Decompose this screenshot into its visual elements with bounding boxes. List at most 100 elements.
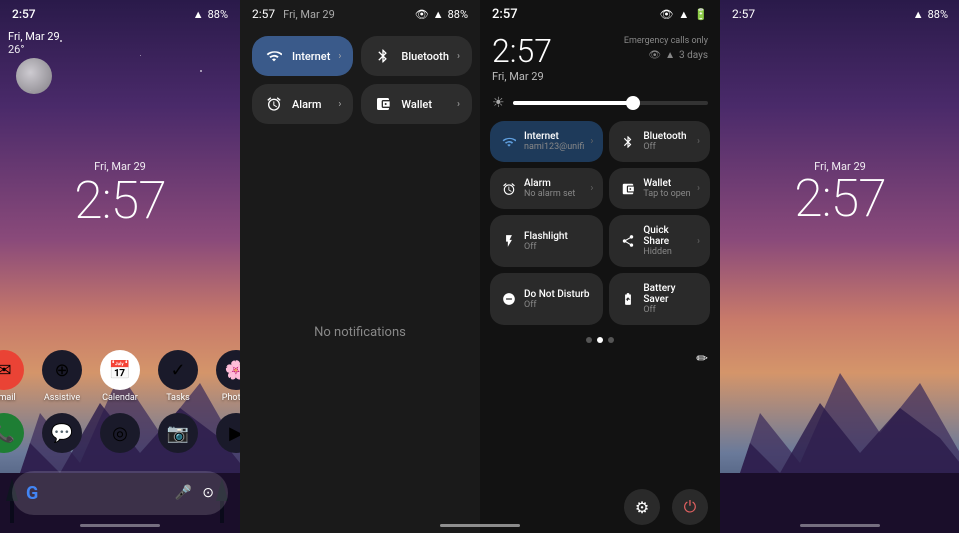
home-right-clock-date: Fri, Mar 29 <box>794 160 886 173</box>
qs-tile-alarm[interactable]: Alarm No alarm set › <box>490 168 603 209</box>
app-chrome[interactable]: ◎ <box>100 413 140 453</box>
app-assistive[interactable]: ⊕ Assistive <box>42 350 82 403</box>
wifi-icon-r: ▲ <box>913 8 924 21</box>
tile-bluetooth[interactable]: Bluetooth › <box>361 36 472 76</box>
dot-3 <box>608 337 614 343</box>
qs-tile-wallet[interactable]: Wallet Tap to open › <box>609 168 710 209</box>
settings-icon-btn[interactable]: ⚙ <box>624 489 660 525</box>
qs-full-time: 2:57 <box>492 7 518 22</box>
tile-wallet[interactable]: Wallet › <box>361 84 472 124</box>
app-play[interactable]: ▶ <box>216 413 240 453</box>
alarm-icon <box>500 180 518 198</box>
panel-home-screen: 2:57 ▲ 88% Fri, Mar 29 26° Fri, Mar 29 2… <box>0 0 240 533</box>
mic-icon[interactable]: 🎤 <box>175 485 192 501</box>
eye-icon: 👁 <box>415 8 429 21</box>
lens-icon[interactable]: ⊙ <box>202 485 214 501</box>
wifi-icon2: ▲ <box>665 50 675 61</box>
wifi-tile-icon <box>264 46 284 66</box>
wifi-icon: ▲ <box>193 8 204 21</box>
flashlight-icon <box>500 232 518 250</box>
internet-icon <box>500 133 518 151</box>
qs-partial-time: 2:57 <box>252 7 275 21</box>
app-calendar-label: Calendar <box>102 393 138 403</box>
wallet-arrow: › <box>697 183 700 194</box>
wallet-sub: Tap to open <box>643 189 691 199</box>
search-bar[interactable]: G 🎤 ⊙ <box>12 471 228 515</box>
qs-tile-internet[interactable]: Internet nami123@unifi › <box>490 121 603 162</box>
alarm-tile-icon <box>264 94 284 114</box>
qs-tile-battery-saver[interactable]: Battery Saver Off <box>609 273 710 325</box>
battery-icon: 88% <box>448 8 468 21</box>
home-clock-time: 2:57 <box>74 175 166 227</box>
wallet-content: Wallet Tap to open <box>643 178 691 199</box>
home-right-time: 2:57 <box>732 7 755 21</box>
panel-home-right: 2:57 ▲ 88% Fri, Mar 29 2:57 <box>720 0 959 533</box>
qs-tile-bluetooth[interactable]: Bluetooth Off › <box>609 121 710 162</box>
home-nav-bar <box>80 524 160 527</box>
app-tasks[interactable]: ✓ Tasks <box>158 350 198 403</box>
quickshare-name: Quick Share <box>643 225 691 247</box>
qs-partial-status-bar: 2:57 Fri, Mar 29 👁 ▲ 88% <box>240 0 480 28</box>
qs-tile-quickshare[interactable]: Quick Share Hidden › <box>609 215 710 267</box>
battery-icon: 🔋 <box>694 8 708 21</box>
battery-name: Battery Saver <box>643 283 700 305</box>
bt-content: Bluetooth Off <box>643 131 691 152</box>
app-phone[interactable]: 📞 <box>0 413 24 453</box>
qs-tile-flashlight[interactable]: Flashlight Off <box>490 215 603 267</box>
wifi-icon: ▲ <box>433 8 444 21</box>
bt-tile-icon <box>373 46 393 66</box>
brightness-row[interactable]: ☀ <box>480 91 720 115</box>
home-right-wallpaper <box>720 0 959 533</box>
app-messages[interactable]: 💬 <box>42 413 82 453</box>
battery-icon-r: 88% <box>928 8 948 21</box>
home-right-status-icons: ▲ 88% <box>913 8 948 21</box>
quickshare-arrow: › <box>697 236 700 247</box>
app-camera[interactable]: 📷 <box>158 413 198 453</box>
app-gmail-label: Gmail <box>0 393 16 403</box>
app-calendar[interactable]: 📅 Calendar <box>100 350 140 403</box>
eye-icon2: 👁 <box>648 50 661 61</box>
qs-full-status-icons: 👁 ▲ 🔋 <box>659 8 708 21</box>
quickshare-icon <box>619 232 637 250</box>
edit-icon[interactable]: ✏ <box>696 351 708 367</box>
bt-arrow: › <box>697 136 700 147</box>
tile-internet[interactable]: Internet › <box>252 36 353 76</box>
qs-tile-dnd[interactable]: Do Not Disturb Off <box>490 273 603 325</box>
dot-2 <box>597 337 603 343</box>
play-icon: ▶ <box>216 413 240 453</box>
dnd-name: Do Not Disturb <box>524 289 593 300</box>
qs-page-dots <box>480 331 720 349</box>
status-bar: 2:57 ▲ 88% <box>0 0 240 28</box>
brightness-icon: ☀ <box>492 95 505 111</box>
flashlight-sub: Off <box>524 242 593 252</box>
flashlight-name: Flashlight <box>524 231 593 242</box>
qs-full-clock: 2:57 <box>492 32 552 70</box>
photos-icon: 🌸 <box>216 350 240 390</box>
bt-sub: Off <box>643 142 691 152</box>
alarm-name: Alarm <box>524 178 584 189</box>
app-gmail[interactable]: ✉ Gmail <box>0 350 24 403</box>
wallet-name: Wallet <box>643 178 691 189</box>
power-icon-btn[interactable]: ⏻ <box>672 489 708 525</box>
app-assistive-label: Assistive <box>44 393 80 403</box>
brightness-bar[interactable] <box>513 101 708 105</box>
flashlight-content: Flashlight Off <box>524 231 593 252</box>
wallet-tile-icon <box>373 94 393 114</box>
home-weather: 26° <box>8 43 60 56</box>
dnd-sub: Off <box>524 300 593 310</box>
nav-bar-qs <box>480 524 520 527</box>
tile-alarm[interactable]: Alarm › <box>252 84 353 124</box>
battery-saver-icon <box>619 290 637 308</box>
emergency-text: Emergency calls only <box>624 36 708 46</box>
dot-1 <box>586 337 592 343</box>
status-time: 2:57 <box>12 7 36 21</box>
app-photos[interactable]: 🌸 Photos <box>216 350 240 403</box>
brightness-knob[interactable] <box>626 96 640 110</box>
alarm-arrow: › <box>590 183 593 194</box>
bt-name: Bluetooth <box>643 131 691 142</box>
home-clock-date: Fri, Mar 29 <box>74 160 166 173</box>
qs-full-date: Fri, Mar 29 <box>492 70 552 83</box>
tile-internet-arrow: › <box>338 51 341 62</box>
dnd-icon <box>500 290 518 308</box>
internet-arrow: › <box>590 136 593 147</box>
